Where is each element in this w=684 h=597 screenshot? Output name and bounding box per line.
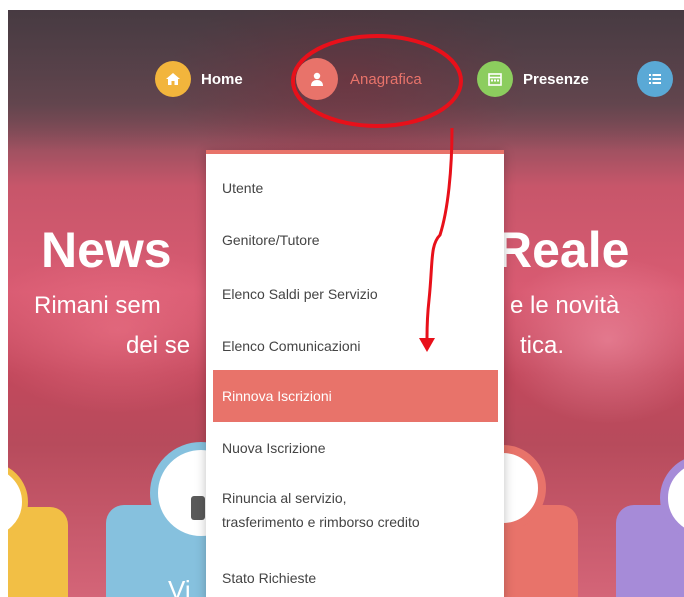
annotation-highlight-ellipse bbox=[291, 34, 463, 128]
annotation-arrow-head bbox=[419, 338, 435, 352]
annotation-arrow-line bbox=[425, 127, 454, 339]
page: Vi News Reale Rimani sem e le novità dei… bbox=[0, 0, 684, 597]
annotation-overlay bbox=[291, 34, 463, 352]
